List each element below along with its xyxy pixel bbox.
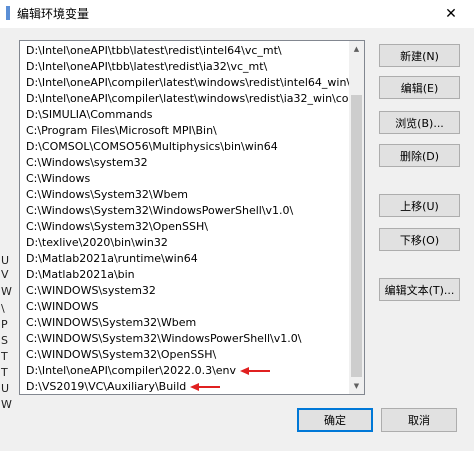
red-arrow-icon [190, 383, 221, 391]
path-list-item[interactable]: C:\Windows\System32\WindowsPowerShell\v1… [20, 203, 350, 219]
path-list-item[interactable]: C:\Windows\System32\OpenSSH\ [20, 219, 350, 235]
path-list-item[interactable]: C:\WINDOWS [20, 299, 350, 315]
path-list-item[interactable]: D:\SIMULIA\Commands [20, 107, 350, 123]
path-list-item[interactable]: D:\COMSOL\COMSO56\Multiphysics\bin\win64 [20, 139, 350, 155]
path-list-item[interactable]: C:\WINDOWS\System32\WindowsPowerShell\v1… [20, 331, 350, 347]
path-text: D:\COMSOL\COMSO56\Multiphysics\bin\win64 [26, 140, 278, 153]
cancel-button[interactable]: 取消 [381, 408, 457, 432]
path-text: D:\SIMULIA\Commands [26, 108, 153, 121]
move-up-button[interactable]: 上移(U) [379, 194, 460, 217]
browse-button[interactable]: 浏览(B)... [379, 111, 460, 134]
edge-letter: V [1, 268, 9, 281]
edge-letter: P [1, 318, 8, 331]
path-text: D:\Intel\oneAPI\compiler\2022.0.3\env [26, 364, 237, 377]
new-button[interactable]: 新建(N) [379, 44, 460, 67]
path-text: D:\Intel\oneAPI\tbb\latest\redist\ia32\v… [26, 60, 268, 73]
path-text: D:\VS2019\VC\Auxiliary\Build [26, 380, 187, 393]
path-text: C:\WINDOWS [26, 300, 99, 313]
path-text: D:\texlive\2020\bin\win32 [26, 236, 168, 249]
path-list-item[interactable]: D:\Intel\oneAPI\compiler\latest\windows\… [20, 91, 350, 107]
edge-letter: W [1, 398, 12, 411]
scroll-up-icon[interactable]: ▲ [349, 41, 364, 57]
edge-letter: U [1, 382, 10, 395]
move-down-button[interactable]: 下移(O) [379, 228, 460, 251]
path-list: D:\Intel\oneAPI\tbb\latest\redist\intel6… [20, 43, 350, 394]
edge-letter: T [1, 350, 8, 363]
path-list-item[interactable]: C:\Windows\System32\Wbem [20, 187, 350, 203]
path-text: C:\WINDOWS\System32\WindowsPowerShell\v1… [26, 332, 302, 345]
path-text: C:\WINDOWS\System32\OpenSSH\ [26, 348, 217, 361]
path-list-item[interactable]: C:\Windows\system32 [20, 155, 350, 171]
path-text: C:\Windows\System32\WindowsPowerShell\v1… [26, 204, 294, 217]
path-text: C:\WINDOWS\system32 [26, 284, 156, 297]
close-button[interactable]: ✕ [428, 0, 474, 28]
path-list-item[interactable]: D:\Matlab2021a\bin [20, 267, 350, 283]
path-list-item[interactable]: D:\Intel\oneAPI\compiler\2022.0.3\env [20, 363, 350, 379]
edit-text-button[interactable]: 编辑文本(T)... [379, 278, 460, 301]
path-list-item[interactable]: C:\Windows [20, 171, 350, 187]
path-text: C:\Windows\System32\OpenSSH\ [26, 220, 208, 233]
path-text: C:\Windows\System32\Wbem [26, 188, 188, 201]
path-text: C:\Windows\system32 [26, 156, 148, 169]
path-text: D:\Intel\oneAPI\compiler\latest\windows\… [26, 92, 350, 105]
edge-letter: S [1, 334, 8, 347]
path-text: C:\Program Files\Microsoft MPI\Bin\ [26, 124, 217, 137]
path-listbox[interactable]: D:\Intel\oneAPI\tbb\latest\redist\intel6… [19, 40, 365, 395]
delete-button[interactable]: 删除(D) [379, 144, 460, 167]
path-text: D:\Intel\oneAPI\tbb\latest\redist\intel6… [26, 44, 282, 57]
edge-letter: W [1, 285, 12, 298]
path-text: D:\Intel\oneAPI\compiler\latest\windows\… [26, 76, 350, 89]
window-title: 编辑环境变量 [17, 7, 90, 21]
red-arrow-icon [240, 367, 271, 375]
edit-button[interactable]: 编辑(E) [379, 76, 460, 99]
vertical-scrollbar[interactable]: ▲ ▼ [349, 41, 364, 394]
path-text: D:\Matlab2021a\runtime\win64 [26, 252, 198, 265]
path-text: C:\Windows [26, 172, 91, 185]
path-list-item[interactable]: D:\Matlab2021a\runtime\win64 [20, 251, 350, 267]
path-list-item[interactable]: D:\VS2019\VC\Auxiliary\Build [20, 379, 350, 394]
path-list-item[interactable]: C:\WINDOWS\System32\Wbem [20, 315, 350, 331]
path-list-item[interactable]: D:\Intel\oneAPI\tbb\latest\redist\ia32\v… [20, 59, 350, 75]
path-list-item[interactable]: C:\Program Files\Microsoft MPI\Bin\ [20, 123, 350, 139]
path-list-item[interactable]: D:\texlive\2020\bin\win32 [20, 235, 350, 251]
scroll-down-icon[interactable]: ▼ [349, 378, 364, 394]
window-icon [6, 6, 10, 20]
background-window-edge: U V W \ P S T T U W [0, 255, 12, 425]
title-bar: 编辑环境变量 ✕ [0, 0, 474, 28]
edge-letter: T [1, 366, 8, 379]
scroll-thumb[interactable] [351, 95, 362, 377]
path-text: D:\Matlab2021a\bin [26, 268, 135, 281]
path-text: C:\WINDOWS\System32\Wbem [26, 316, 197, 329]
ok-button[interactable]: 确定 [297, 408, 373, 432]
path-list-item[interactable]: D:\Intel\oneAPI\compiler\latest\windows\… [20, 75, 350, 91]
path-list-item[interactable]: C:\WINDOWS\system32 [20, 283, 350, 299]
path-list-item[interactable]: D:\Intel\oneAPI\tbb\latest\redist\intel6… [20, 43, 350, 59]
edge-letter: \ [1, 302, 5, 315]
edge-letter: U [1, 254, 10, 267]
path-list-item[interactable]: C:\WINDOWS\System32\OpenSSH\ [20, 347, 350, 363]
